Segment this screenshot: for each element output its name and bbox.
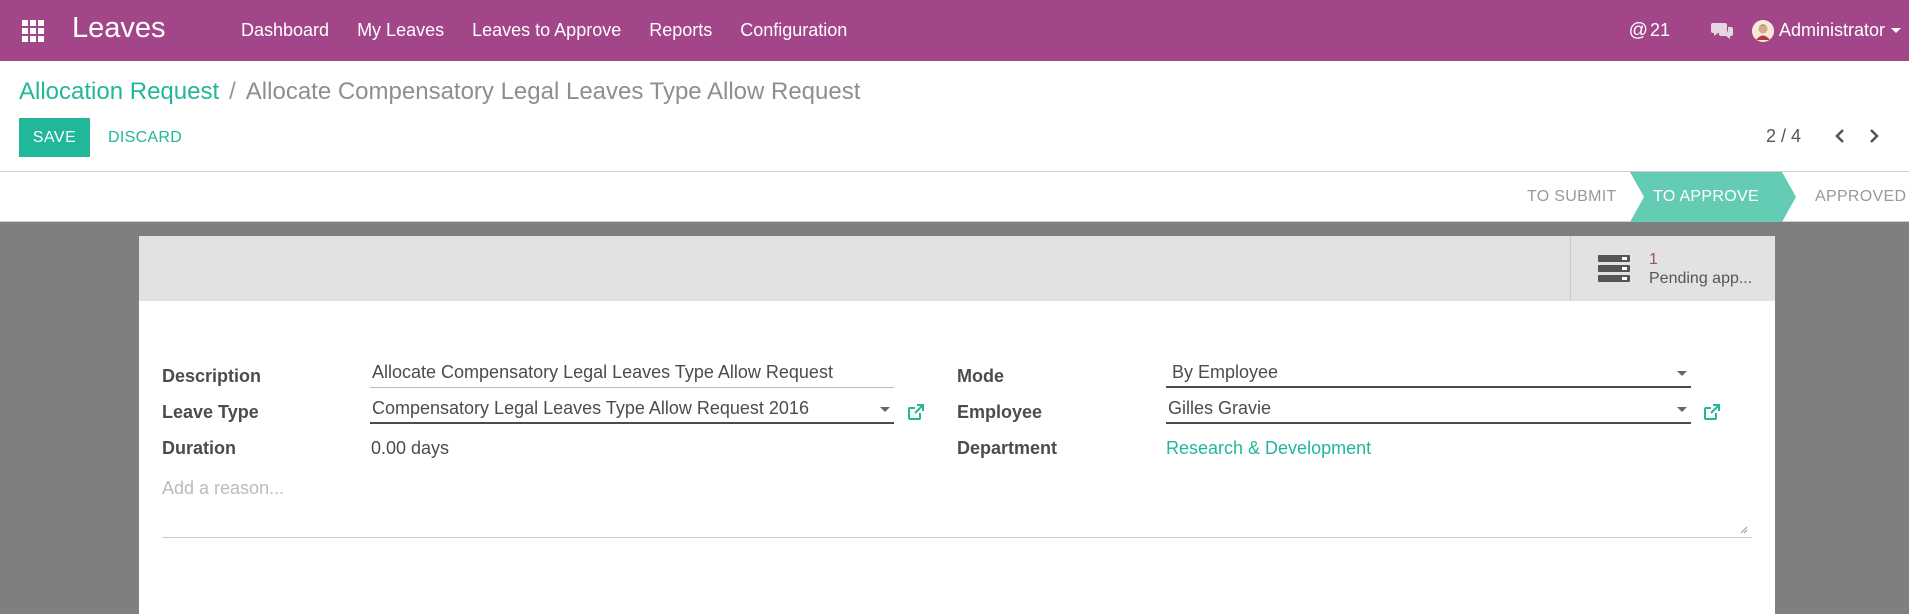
control-panel: Allocation Request / Allocate Compensato… <box>0 61 1909 172</box>
server-stack-icon <box>1598 254 1630 282</box>
avatar-image-icon <box>1751 19 1774 42</box>
leave-type-value: Compensatory Legal Leaves Type Allow Req… <box>372 397 809 418</box>
mode-select[interactable]: By Employee <box>1166 358 1691 388</box>
menu-item-dashboard[interactable]: Dashboard <box>241 20 329 41</box>
pending-count: 1 <box>1649 250 1658 268</box>
duration-value: 0.00 days <box>371 438 450 458</box>
breadcrumb-current: Allocate Compensatory Legal Leaves Type … <box>245 78 861 105</box>
menu-item-my-leaves[interactable]: My Leaves <box>357 20 444 41</box>
mentions-button[interactable]: @ 21 <box>1629 20 1670 42</box>
employee-label: Employee <box>957 402 1043 422</box>
pager-previous-icon[interactable] <box>1829 125 1851 147</box>
user-caret-icon[interactable] <box>1891 28 1901 33</box>
breadcrumb: Allocation Request / Allocate Compensato… <box>19 78 860 106</box>
reason-placeholder: Add a reason... <box>162 478 285 498</box>
chat-icon[interactable] <box>1710 21 1734 41</box>
reason-textarea[interactable]: Add a reason... <box>162 470 1752 538</box>
duration-label: Duration <box>162 438 236 458</box>
stage-arrow-head <box>1782 172 1796 222</box>
menu-item-reports[interactable]: Reports <box>649 20 712 41</box>
employee-dropdown-icon[interactable] <box>1677 407 1687 412</box>
pager: 2 / 4 <box>1766 125 1885 147</box>
menu-item-configuration[interactable]: Configuration <box>740 20 847 41</box>
employee-external-link-icon[interactable] <box>1703 403 1721 421</box>
pending-label: Pending app... <box>1649 269 1753 287</box>
resize-handle-icon[interactable] <box>1740 526 1748 534</box>
user-menu[interactable]: Administrator <box>1779 20 1885 41</box>
avatar[interactable] <box>1751 19 1774 42</box>
pending-approvals-button[interactable]: 1 Pending app... <box>1570 236 1775 301</box>
form-sheet: 1 Pending app... Description Allocate Co… <box>139 236 1775 614</box>
top-navbar: Leaves Dashboard My Leaves Leaves to App… <box>0 0 1909 61</box>
status-bar: TO SUBMIT TO APPROVE APPROVED <box>0 172 1909 222</box>
save-button[interactable]: SAVE <box>19 118 90 157</box>
breadcrumb-parent-link[interactable]: Allocation Request <box>19 78 219 106</box>
mode-label: Mode <box>957 366 1004 386</box>
leave-type-external-link-icon[interactable] <box>907 403 925 421</box>
stage-to-approve[interactable]: TO APPROVE <box>1630 172 1782 222</box>
employee-select[interactable]: Gilles Gravie <box>1166 394 1691 424</box>
pager-value[interactable]: 2 / 4 <box>1766 126 1801 147</box>
leave-type-dropdown-icon[interactable] <box>880 407 890 412</box>
mode-dropdown-icon[interactable] <box>1677 371 1687 376</box>
pager-next-icon[interactable] <box>1863 125 1885 147</box>
stage-to-submit[interactable]: TO SUBMIT <box>1527 172 1617 222</box>
discard-button[interactable]: DISCARD <box>108 118 182 157</box>
main-menu: Dashboard My Leaves Leaves to Approve Re… <box>241 0 875 61</box>
at-icon: @ <box>1628 19 1648 41</box>
stage-approved[interactable]: APPROVED <box>1815 172 1906 222</box>
department-label: Department <box>957 438 1058 458</box>
apps-menu-icon[interactable] <box>22 20 44 42</box>
employee-value: Gilles Gravie <box>1168 397 1272 418</box>
stage-arrow-tail <box>1630 172 1644 222</box>
navbar-right: @ 21 Administrator <box>1629 0 1909 61</box>
department-link[interactable]: Research & Development <box>1166 438 1371 459</box>
smart-button-text: 1 Pending app... <box>1649 250 1752 288</box>
mode-value: By Employee <box>1172 361 1279 382</box>
app-brand: Leaves <box>72 12 166 44</box>
breadcrumb-separator: / <box>229 78 236 105</box>
menu-item-leaves-to-approve[interactable]: Leaves to Approve <box>472 20 621 41</box>
mentions-count: 21 <box>1649 20 1670 40</box>
description-label: Description <box>162 366 262 386</box>
leave-type-label: Leave Type <box>162 402 259 422</box>
leave-type-select[interactable]: Compensatory Legal Leaves Type Allow Req… <box>370 394 894 424</box>
description-field[interactable]: Allocate Compensatory Legal Leaves Type … <box>370 358 894 388</box>
button-box: 1 Pending app... <box>139 236 1775 301</box>
